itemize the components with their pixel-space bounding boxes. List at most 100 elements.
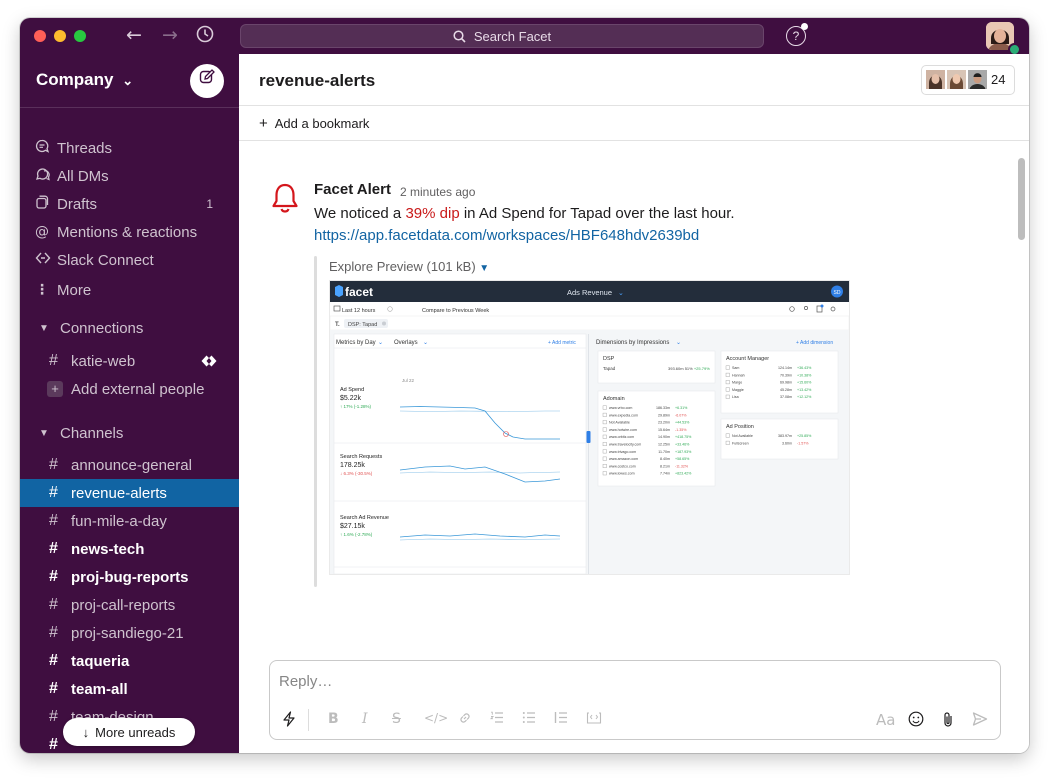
member-avatar: [926, 70, 945, 89]
bell-icon[interactable]: [271, 182, 299, 219]
sidebar-item-label: Slack Connect: [57, 251, 154, 269]
toolbar-divider: [308, 709, 309, 731]
dimension-row-value: 23.20m: [658, 421, 670, 425]
dimension-row-delta: -11.32%: [675, 464, 689, 468]
sidebar-item-threads[interactable]: Threads: [20, 134, 239, 162]
dimension-row-delta: +12.12%: [797, 395, 812, 399]
workspace-switcher[interactable]: Company ⌄: [36, 70, 133, 90]
scrollbar-thumb[interactable]: [1018, 158, 1025, 240]
member-count: 24: [991, 72, 1006, 87]
hash-icon: #: [49, 680, 58, 697]
blockquote-icon[interactable]: [554, 711, 568, 728]
dimension-row-name: www.lowes.com: [609, 472, 635, 476]
workspace-link[interactable]: https://app.facetdata.com/workspaces/HBF…: [314, 227, 699, 244]
sidebar-item-drafts[interactable]: Drafts 1: [20, 190, 239, 218]
sidebar-channel-proj-bug-reports[interactable]: # proj-bug-reports: [20, 563, 239, 591]
sidebar-item-more[interactable]: ⋮ More: [20, 276, 239, 304]
bulleted-list-icon[interactable]: [522, 711, 536, 728]
section-header-connections[interactable]: ▼ Connections: [20, 314, 239, 342]
close-window-button[interactable]: [34, 30, 46, 42]
dimension-row-value: 186.33m: [656, 406, 670, 410]
sidebar-item-label: Drafts: [57, 195, 98, 213]
shortcuts-lightning-icon[interactable]: [282, 711, 296, 731]
preview-dsp-row: Tapad: [603, 366, 616, 371]
add-external-people-button[interactable]: + Add external people: [20, 375, 239, 403]
numbered-list-icon[interactable]: [489, 711, 504, 728]
sidebar-channel-taqueria[interactable]: # taqueria: [20, 647, 239, 675]
drafts-count: 1: [206, 197, 213, 211]
dimension-row-name: Hannah: [732, 373, 745, 377]
section-header-channels[interactable]: ▼ Channels: [20, 419, 239, 447]
compose-button[interactable]: [190, 64, 224, 98]
preview-account-title: Account Manager: [726, 356, 769, 362]
metric-change-text: 17% (-1.28%): [344, 404, 372, 409]
explore-preview-image[interactable]: facet Ads Revenue ⌄ SD Last 12 hours Com…: [329, 280, 850, 575]
composer-toolbar: B I S </> Aa: [270, 709, 1000, 733]
code-block-icon[interactable]: [586, 711, 602, 729]
sidebar-item-slack-connect[interactable]: Slack Connect: [20, 246, 239, 274]
message-timestamp[interactable]: 2 minutes ago: [400, 185, 475, 199]
emoji-icon[interactable]: [908, 711, 924, 731]
search-input[interactable]: Search Facet: [240, 24, 764, 48]
format-text-button[interactable]: Aa: [876, 711, 895, 729]
preview-dsp-row-value: 393.60m 51% +25.79%: [668, 366, 710, 371]
dimension-row-name: www.vrbo.com: [609, 406, 632, 410]
code-icon[interactable]: </>: [424, 711, 448, 725]
sidebar-divider: [20, 107, 239, 108]
channel-title[interactable]: revenue-alerts: [259, 71, 375, 91]
sidebar-channel-announce-general[interactable]: # announce-general: [20, 451, 239, 479]
message-text-part: We noticed a: [314, 205, 406, 222]
sidebar-item-label: Threads: [57, 139, 113, 157]
message-author[interactable]: Facet Alert: [314, 181, 391, 198]
add-bookmark-button[interactable]: + Add a bookmark: [239, 106, 1029, 141]
sidebar-channel-team-all[interactable]: # team-all: [20, 675, 239, 703]
chevron-down-icon: ⌄: [378, 340, 383, 346]
dimension-row-name: www.hotwire.com: [609, 428, 637, 432]
attach-file-icon[interactable]: [942, 711, 954, 732]
sidebar-channel-fun-mile-a-day[interactable]: # fun-mile-a-day: [20, 507, 239, 535]
sidebar-channel-proj-sandiego-21[interactable]: # proj-sandiego-21: [20, 619, 239, 647]
sidebar-item-mentions[interactable]: @ Mentions & reactions: [20, 218, 239, 246]
dimension-row-delta: +15.60%: [797, 381, 812, 385]
send-icon[interactable]: [972, 711, 988, 731]
help-notification-dot: [801, 23, 808, 30]
dimension-row-delta: +58.65%: [675, 457, 690, 461]
facet-logo-icon: [335, 285, 343, 297]
maximize-window-button[interactable]: [74, 30, 86, 42]
sidebar-item-all-dms[interactable]: All DMs: [20, 162, 239, 190]
reply-placeholder: Reply…: [279, 673, 333, 690]
channel-label: taqueria: [71, 652, 130, 670]
plus-icon: +: [47, 381, 63, 397]
sidebar-channel-news-tech[interactable]: # news-tech: [20, 535, 239, 563]
strikethrough-icon[interactable]: S: [392, 711, 401, 727]
back-arrow-icon[interactable]: ←: [126, 24, 142, 46]
threads-icon: [35, 139, 57, 157]
history-icon[interactable]: [196, 25, 214, 48]
dimension-row-name: Not Available: [732, 434, 753, 438]
message-text: We noticed a 39% dip in Ad Spend for Tap…: [314, 205, 735, 222]
bold-icon[interactable]: B: [328, 711, 339, 727]
dimension-row-name: Fullscreen: [732, 441, 749, 445]
channel-label: revenue-alerts: [71, 484, 167, 502]
dimension-row-delta: -1.35%: [675, 428, 687, 432]
reply-composer[interactable]: Reply… B I S </> Aa: [269, 660, 1001, 740]
sidebar-item-katie-web[interactable]: # katie-web: [20, 347, 239, 375]
attachment-toggle[interactable]: Explore Preview (101 kB) ▼: [329, 259, 489, 274]
minimize-window-button[interactable]: [54, 30, 66, 42]
more-unreads-button[interactable]: ↓ More unreads: [63, 718, 195, 746]
top-bar: ← → Search Facet ?: [20, 18, 1029, 56]
link-icon[interactable]: [458, 711, 472, 729]
metric-change-text: 1.6% (-2.78%): [344, 532, 373, 537]
dimension-row-value: 3.60m: [782, 441, 792, 445]
hash-icon: #: [49, 512, 58, 529]
dimension-row-delta: +13.42%: [797, 388, 812, 392]
italic-icon[interactable]: I: [362, 711, 368, 727]
member-list-button[interactable]: 24: [921, 65, 1015, 96]
channel-label: fun-mile-a-day: [71, 512, 167, 530]
dimension-row-value: 69.98m: [780, 381, 792, 385]
section-header-label: Connections: [60, 319, 144, 337]
sidebar-channel-proj-call-reports[interactable]: # proj-call-reports: [20, 591, 239, 619]
more-icon: ⋮: [35, 282, 49, 298]
forward-arrow-icon[interactable]: →: [162, 24, 178, 46]
sidebar-channel-revenue-alerts[interactable]: # revenue-alerts: [20, 479, 239, 507]
